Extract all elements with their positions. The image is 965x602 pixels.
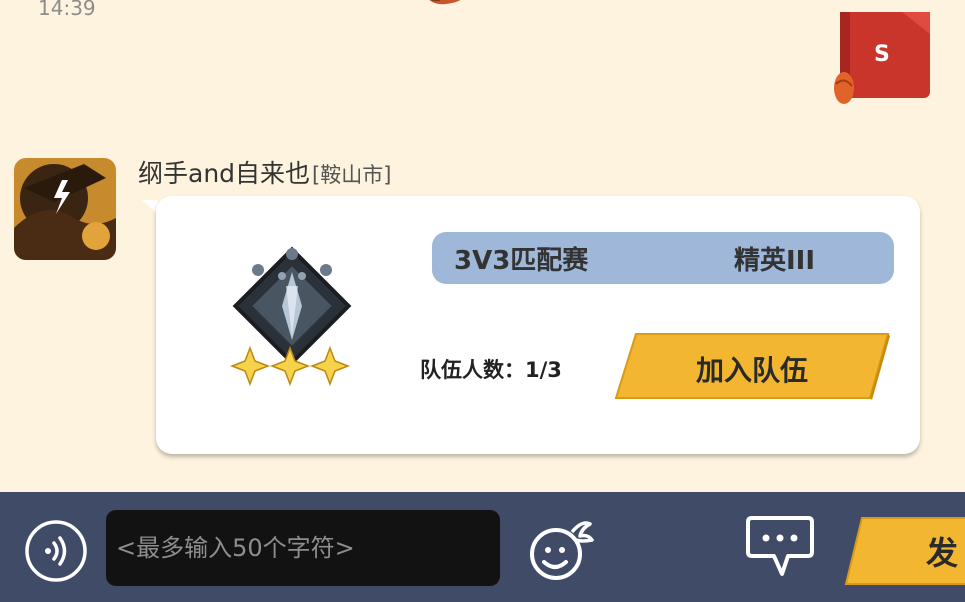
sender-region: [鞍山市] [312, 163, 392, 187]
emoji-icon[interactable] [526, 514, 596, 584]
join-team-button[interactable]: 加入队伍 [614, 332, 890, 400]
send-label: 发 [926, 534, 959, 572]
decoration-icon [429, 0, 461, 5]
chat-area: 14:39 S 纲手and自来也[鞍山市] 3V3匹配赛 精英III 队伍人数：… [0, 0, 965, 492]
star-icon [229, 345, 351, 387]
match-rank: 精英III [734, 246, 816, 276]
sender-name[interactable]: 纲手and自来也 [138, 159, 310, 188]
match-mode: 3V3匹配赛 [454, 246, 589, 276]
send-button[interactable]: 发 [842, 514, 965, 588]
team-count: 队伍人数：1/3 [420, 358, 562, 382]
message-input[interactable] [106, 510, 500, 586]
sender-avatar[interactable] [14, 158, 116, 260]
rank-emblem-icon [229, 246, 352, 387]
timestamp: 14:39 [38, 0, 96, 20]
join-team-label: 加入队伍 [695, 354, 808, 387]
sender-line: 纲手and自来也[鞍山市] [138, 154, 391, 190]
self-avatar-initial: S [874, 42, 890, 67]
voice-icon[interactable] [24, 519, 88, 583]
chat-bubble-icon[interactable] [744, 512, 816, 582]
